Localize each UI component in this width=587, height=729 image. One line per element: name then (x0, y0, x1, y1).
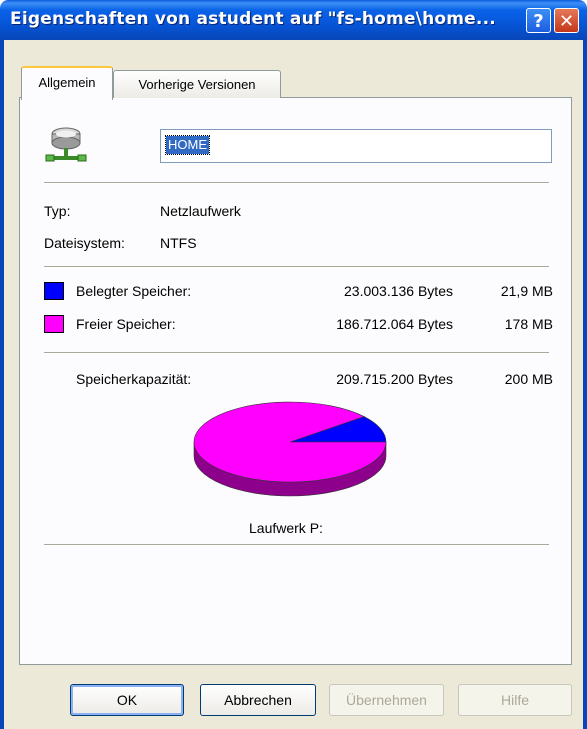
separator (44, 352, 549, 354)
disk-usage-pie-chart (193, 401, 387, 497)
window-frame-right (583, 40, 587, 729)
help-button[interactable]: ? (526, 8, 551, 33)
type-label: Typ: (44, 203, 71, 219)
used-space-size: 21,9 MB (500, 283, 553, 299)
ok-button[interactable]: OK (70, 684, 184, 716)
window-frame-left (0, 40, 4, 729)
pie-slice-1 (193, 401, 387, 483)
drive-name-value[interactable]: HOME (165, 135, 210, 155)
help-dialog-button[interactable]: Hilfe (458, 684, 572, 716)
close-button[interactable]: ✕ (554, 8, 579, 33)
free-space-size: 178 MB (504, 316, 553, 332)
capacity-label: Speicherkapazität: (76, 371, 192, 387)
network-drive-icon (45, 127, 87, 162)
separator (44, 266, 549, 268)
filesystem-label: Dateisystem: (44, 235, 125, 251)
properties-dialog: Eigenschaften von astudent auf "fs-home\… (0, 0, 587, 729)
filesystem-value: NTFS (160, 235, 197, 251)
capacity-size: 200 MB (504, 371, 553, 387)
used-space-label: Belegter Speicher: (76, 283, 192, 299)
used-space-swatch (44, 282, 64, 300)
free-space-bytes: 186.712.064 Bytes (336, 316, 453, 332)
separator (44, 182, 549, 184)
cancel-button[interactable]: Abbrechen (200, 684, 316, 716)
drive-letter-caption: Laufwerk P: (249, 520, 323, 536)
title-bar[interactable]: Eigenschaften von astudent auf "fs-home\… (0, 0, 587, 40)
used-space-bytes: 23.003.136 Bytes (344, 283, 453, 299)
free-space-swatch (44, 315, 64, 333)
tab-allgemein[interactable]: Allgemein (21, 66, 113, 100)
drive-name-input[interactable] (160, 129, 552, 163)
window-title: Eigenschaften von astudent auf "fs-home\… (10, 9, 496, 29)
apply-button[interactable]: Übernehmen (329, 684, 444, 716)
tab-vorherige-versionen[interactable]: Vorherige Versionen (113, 70, 281, 98)
free-space-label: Freier Speicher: (76, 316, 176, 332)
separator (44, 544, 549, 546)
capacity-bytes: 209.715.200 Bytes (336, 371, 453, 387)
type-value: Netzlaufwerk (160, 203, 241, 219)
